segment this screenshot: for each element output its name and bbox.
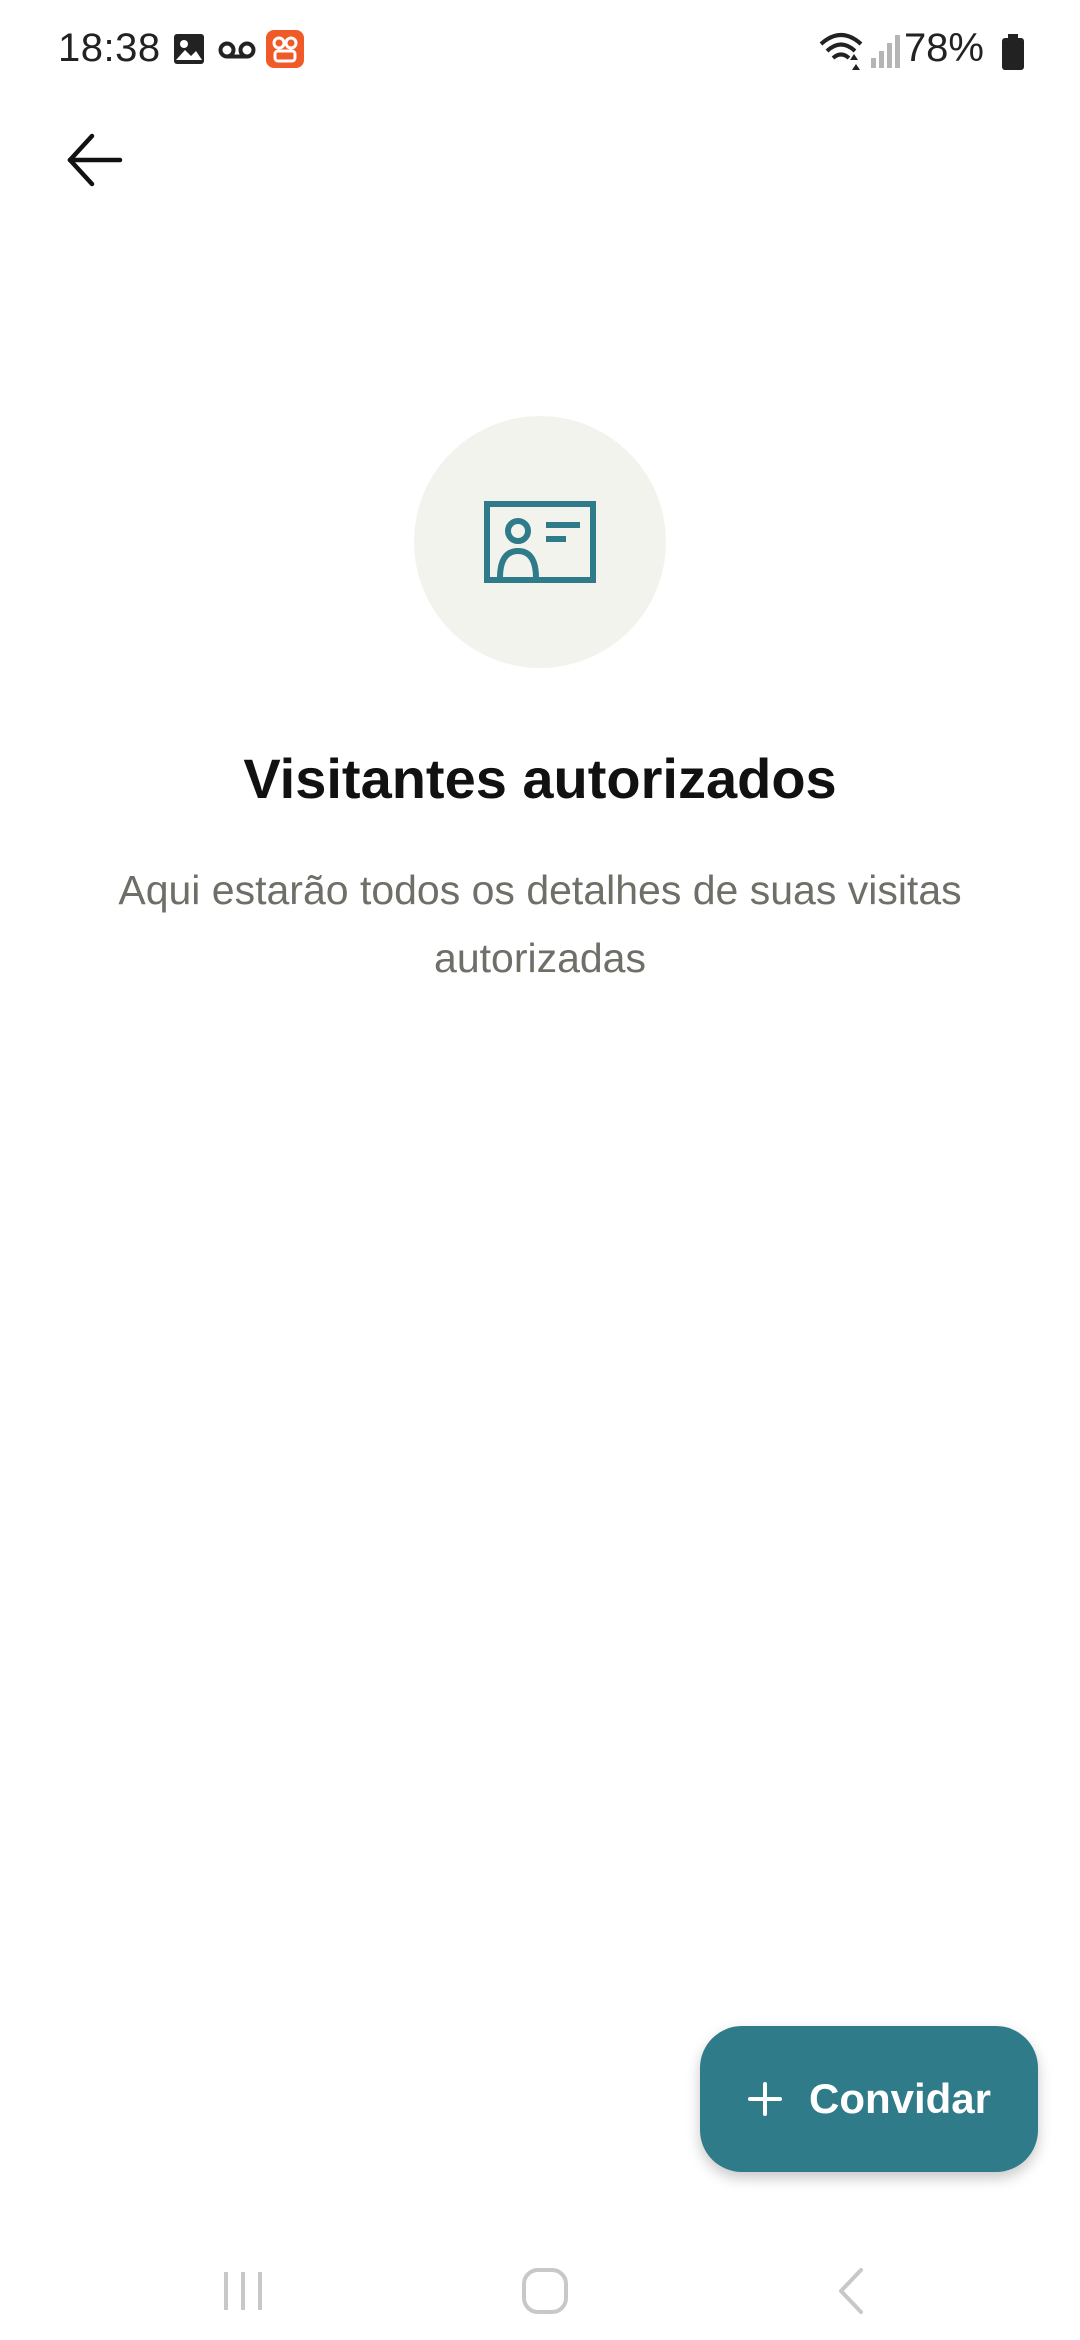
plus-icon [747,2082,782,2116]
battery-percent: 78% [903,26,984,70]
screen: 18:38 78% Visitantes autorizados Aqui es… [0,0,1080,2340]
empty-state-description: Aqui estarão todos os detalhes de suas v… [118,867,962,981]
system-nav-bar [0,2240,1080,2340]
back-icon [839,2268,863,2314]
recents-button[interactable] [198,2256,288,2326]
empty-state-title: Visitantes autorizados [243,747,837,810]
status-bar: 18:38 78% [0,0,1080,104]
voicemail-icon [218,40,256,65]
invite-button[interactable]: Convidar [700,2026,1038,2172]
wifi-icon [818,30,864,75]
recents-icon [224,2272,262,2310]
arrow-left-icon [67,133,123,187]
status-time: 18:38 [58,26,161,70]
system-back-button[interactable] [806,2256,896,2326]
home-icon [522,2268,568,2314]
home-button[interactable] [500,2256,590,2326]
id-card-icon [484,501,596,583]
image-icon [172,32,206,71]
battery-icon [1002,34,1024,75]
app-notification-icon [266,30,304,73]
empty-state-icon-circle [414,416,666,668]
back-button[interactable] [52,118,136,202]
signal-icon [870,34,902,73]
invite-button-label: Convidar [808,2075,992,2122]
